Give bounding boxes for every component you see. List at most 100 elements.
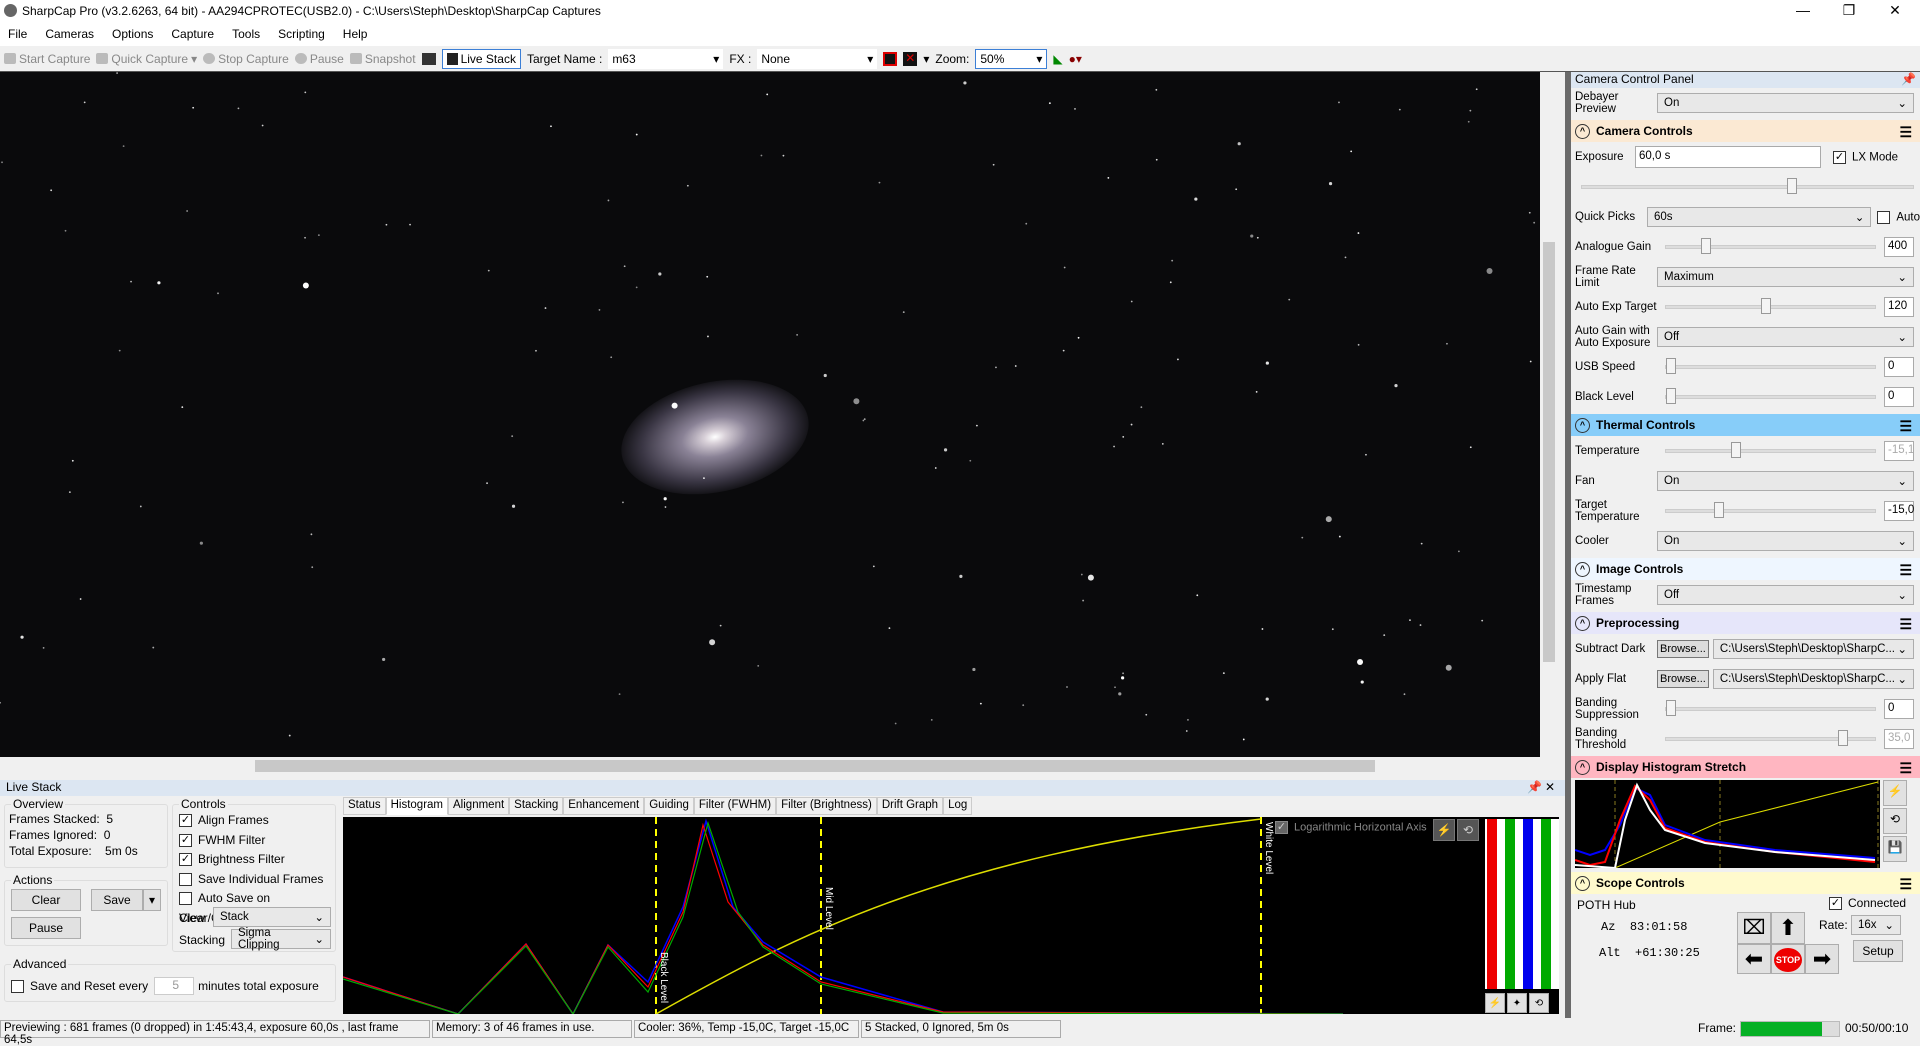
arrow-left-icon[interactable]: ⬅ bbox=[1737, 944, 1771, 974]
quick-picks-select[interactable]: 60s ⌄ bbox=[1647, 207, 1872, 227]
auto-stretch-icon[interactable]: ⚡ bbox=[1433, 819, 1455, 841]
tab-histogram[interactable]: Histogram bbox=[385, 797, 449, 815]
snapshot-button[interactable]: Snapshot bbox=[349, 52, 416, 66]
tab-status[interactable]: Status bbox=[343, 797, 386, 815]
setup-button[interactable]: Setup bbox=[1853, 940, 1903, 962]
collapse-icon[interactable]: ^ bbox=[1575, 759, 1590, 775]
monitor-icon[interactable] bbox=[421, 52, 436, 65]
horizontal-scrollbar[interactable] bbox=[0, 757, 1558, 775]
quick-capture-button[interactable]: Quick Capture ▾ bbox=[96, 52, 197, 66]
start-capture-button[interactable]: Start Capture bbox=[4, 52, 90, 66]
preprocessing-header[interactable]: ^ Preprocessing ☰ bbox=[1571, 612, 1920, 634]
cooler-select[interactable]: On ⌄ bbox=[1657, 531, 1914, 551]
analogue-gain-input[interactable]: 400 bbox=[1884, 237, 1914, 257]
target-temperature-input[interactable]: -15,0 bbox=[1884, 501, 1914, 521]
menu-scripting[interactable]: Scripting bbox=[278, 27, 325, 41]
menu-capture[interactable]: Capture bbox=[171, 27, 214, 41]
menu-file[interactable]: File bbox=[8, 27, 27, 41]
tab-log[interactable]: Log bbox=[943, 797, 973, 815]
tab-enhancement[interactable]: Enhancement bbox=[563, 797, 645, 815]
fan-select[interactable]: On ⌄ bbox=[1657, 471, 1914, 491]
live-stack-button[interactable]: Live Stack bbox=[441, 48, 521, 69]
tab-filter-brightness[interactable]: Filter (Brightness) bbox=[776, 797, 877, 815]
menu-icon[interactable]: ☰ bbox=[1899, 760, 1912, 777]
target-temperature-slider[interactable] bbox=[1665, 502, 1876, 518]
menu-icon[interactable]: ☰ bbox=[1899, 418, 1912, 435]
analogue-gain-slider[interactable] bbox=[1665, 238, 1876, 254]
tab-guiding[interactable]: Guiding bbox=[644, 797, 694, 815]
frame-rect-icon[interactable] bbox=[883, 51, 898, 66]
pin-icon[interactable]: 📌 bbox=[1527, 780, 1542, 794]
debayer-select[interactable]: On ⌄ bbox=[1657, 93, 1914, 113]
auto-exp-slider[interactable] bbox=[1665, 298, 1876, 314]
arrow-up-icon[interactable]: ⬆ bbox=[1771, 912, 1805, 944]
scope-controls-header[interactable]: ^ Scope Controls ☰ bbox=[1571, 872, 1920, 894]
close-button[interactable]: ✕ bbox=[1872, 0, 1918, 22]
reticle-icon[interactable]: ✕ bbox=[903, 51, 918, 66]
menu-icon[interactable]: ☰ bbox=[1899, 876, 1912, 893]
camera-controls-header[interactable]: ^ Camera Controls ☰ bbox=[1571, 120, 1920, 142]
exposure-input[interactable]: 60,0 s bbox=[1635, 146, 1821, 168]
collapse-icon[interactable]: ^ bbox=[1575, 123, 1590, 139]
stop-button[interactable]: STOP bbox=[1771, 944, 1805, 974]
clear-button[interactable]: Clear bbox=[11, 889, 81, 911]
menu-tools[interactable]: Tools bbox=[232, 27, 260, 41]
black-level-slider[interactable] bbox=[1665, 388, 1876, 404]
browse-flat-button[interactable]: Browse... bbox=[1657, 670, 1709, 688]
spiral-search-icon[interactable]: ⌧ bbox=[1737, 912, 1771, 944]
checkbox-fwhm-filter[interactable]: ✓ FWHM Filter bbox=[179, 831, 335, 851]
channel-level-sliders[interactable] bbox=[1485, 819, 1559, 989]
pause-button[interactable]: Pause bbox=[11, 917, 81, 939]
menu-help[interactable]: Help bbox=[343, 27, 368, 41]
thermal-controls-header[interactable]: ^ Thermal Controls ☰ bbox=[1571, 414, 1920, 436]
zoom-select[interactable]: 50% ▾ bbox=[975, 48, 1048, 69]
tab-drift-graph[interactable]: Drift Graph bbox=[876, 797, 944, 815]
dark-file-select[interactable]: C:\Users\Steph\Desktop\SharpC... ⌄ bbox=[1712, 639, 1914, 659]
auto-exp-input[interactable]: 120 bbox=[1884, 297, 1914, 317]
view-select[interactable]: Stack ⌄ bbox=[213, 907, 331, 927]
fx-select[interactable]: None ▾ bbox=[757, 48, 878, 69]
checkbox-brightness-filter[interactable]: ✓ Brightness Filter bbox=[179, 850, 335, 870]
save-reset-checkbox[interactable] bbox=[11, 979, 24, 993]
log-axis-checkbox[interactable]: ✓ Logarithmic Horizontal Axis bbox=[1275, 821, 1427, 834]
stacking-select[interactable]: Sigma Clipping ⌄ bbox=[231, 927, 331, 951]
minutes-stepper[interactable]: 5 bbox=[154, 977, 195, 995]
vertical-scrollbar[interactable] bbox=[1540, 72, 1558, 757]
arrow-right-icon[interactable]: ➡ bbox=[1805, 944, 1839, 974]
menu-icon[interactable]: ☰ bbox=[1899, 562, 1912, 579]
stretch-histogram[interactable] bbox=[1575, 780, 1880, 868]
menu-icon[interactable]: ☰ bbox=[1899, 124, 1912, 141]
browse-dark-button[interactable]: Browse... bbox=[1657, 640, 1709, 658]
tab-stacking[interactable]: Stacking bbox=[509, 797, 564, 815]
maximize-button[interactable]: ❐ bbox=[1826, 0, 1872, 22]
histogram-icon[interactable]: ◣ bbox=[1053, 52, 1062, 66]
connected-checkbox[interactable]: ✓ Connected bbox=[1829, 896, 1906, 911]
tab-alignment[interactable]: Alignment bbox=[448, 797, 510, 815]
pause-button[interactable]: Pause bbox=[294, 52, 344, 66]
target-name-input[interactable]: m63 ▾ bbox=[608, 48, 724, 69]
save-icon[interactable]: 💾 bbox=[1883, 836, 1907, 862]
banding-suppression-slider[interactable] bbox=[1665, 700, 1876, 716]
live-stack-histogram[interactable]: Black Level Mid Level White Level ✓ Logar… bbox=[343, 817, 1559, 1014]
usb-speed-slider[interactable] bbox=[1665, 358, 1876, 374]
collapse-icon[interactable]: ^ bbox=[1575, 615, 1590, 631]
black-level-input[interactable]: 0 bbox=[1884, 387, 1914, 407]
reset-icon[interactable]: ⟲ bbox=[1883, 808, 1907, 834]
menu-icon[interactable]: ☰ bbox=[1899, 616, 1912, 633]
display-histogram-stretch-header[interactable]: ^ Display Histogram Stretch ☰ bbox=[1571, 756, 1920, 778]
image-viewer[interactable] bbox=[0, 72, 1540, 757]
save-dropdown-icon[interactable]: ▾ bbox=[143, 889, 161, 911]
stop-capture-button[interactable]: Stop Capture bbox=[203, 52, 289, 66]
frame-rate-select[interactable]: Maximum ⌄ bbox=[1657, 267, 1914, 287]
checkbox-save-individual-frames[interactable]: Save Individual Frames bbox=[179, 870, 335, 890]
banding-suppression-input[interactable]: 0 bbox=[1884, 699, 1914, 719]
flat-file-select[interactable]: C:\Users\Steph\Desktop\SharpC... ⌄ bbox=[1712, 669, 1914, 689]
checkbox-align-frames[interactable]: ✓ Align Frames bbox=[179, 811, 335, 831]
exposure-slider[interactable] bbox=[1581, 178, 1914, 194]
reset-icon[interactable]: ⟲ bbox=[1529, 993, 1549, 1013]
image-controls-header[interactable]: ^ Image Controls ☰ bbox=[1571, 558, 1920, 580]
tab-filter-fwhm[interactable]: Filter (FWHM) bbox=[693, 797, 777, 815]
auto-stretch-icon[interactable]: ⚡ bbox=[1883, 780, 1907, 806]
collapse-icon[interactable]: ^ bbox=[1575, 417, 1590, 433]
auto-gain-select[interactable]: Off ⌄ bbox=[1657, 327, 1914, 347]
